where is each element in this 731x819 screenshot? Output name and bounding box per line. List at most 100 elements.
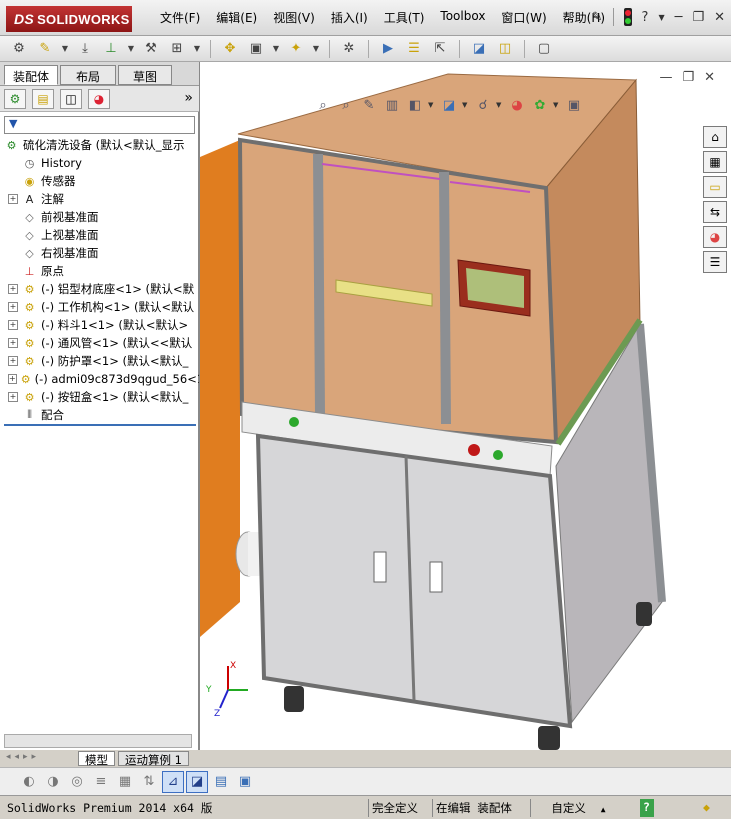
tab-layout[interactable]: 布局 (60, 65, 116, 85)
pin-icon[interactable]: ✎ (592, 10, 603, 25)
new-motion-study-icon[interactable]: ▶ (377, 39, 399, 59)
apply-scene-icon[interactable]: ✿ (530, 96, 550, 114)
machine-model[interactable] (200, 62, 731, 750)
smart-fasteners-icon[interactable]: ⚒ (140, 39, 162, 59)
property-manager-icon[interactable]: ▤ (32, 88, 54, 109)
section-view-icon[interactable]: ▥ (382, 96, 402, 114)
mate-icon[interactable]: ⊥ (100, 39, 122, 59)
shaded-display-icon[interactable]: ◪ (186, 770, 208, 793)
dropdown-caret-icon[interactable]: ▼ (271, 39, 281, 59)
tree-filter-input[interactable]: ▼ (4, 116, 195, 134)
tab-sketch[interactable]: 草图 (118, 65, 172, 85)
tree-item[interactable]: + ⚙ (-) 按钮盒<1> (默认<默认_ (0, 388, 199, 406)
viewport-restore-button[interactable]: ❐ (682, 70, 694, 85)
feature-tree-icon[interactable]: ⚙ (4, 88, 26, 109)
custom-properties-icon[interactable]: ☰ (703, 251, 727, 273)
dropdown-caret-icon[interactable]: ▼ (553, 101, 561, 109)
hide-show-items-icon[interactable]: ☌ (473, 96, 493, 114)
menu-edit[interactable]: 编辑(E) (208, 9, 265, 26)
display-style-icon[interactable]: ◪ (439, 96, 459, 114)
viewport-minimize-button[interactable]: — (659, 70, 672, 85)
close-button[interactable]: ✕ (714, 10, 725, 25)
filter-icon[interactable]: ▼ (9, 117, 17, 130)
tree-item[interactable]: ◇ 右视基准面 (0, 244, 199, 262)
shaded-icon[interactable]: ◑ (42, 771, 64, 793)
menu-toolbox[interactable]: Toolbox (432, 9, 493, 26)
section-icon[interactable]: ▤ (210, 771, 232, 793)
view-orientation-icon[interactable]: ◧ (405, 96, 425, 114)
perspective-icon[interactable]: ⊿ (162, 770, 184, 793)
zoom-to-area-icon[interactable]: ⌕ (336, 96, 356, 114)
expand-icon[interactable]: + (8, 284, 18, 294)
tree-item[interactable]: ◉ 传感器 (0, 172, 199, 190)
appearances-icon[interactable]: ◕ (703, 226, 727, 248)
tree-item[interactable]: ⊥ 原点 (0, 262, 199, 280)
dropdown-caret-icon[interactable]: ▼ (496, 101, 504, 109)
tree-item[interactable]: ⫴ 配合 (0, 406, 199, 424)
solidworks-logo[interactable]: DS SOLIDWORKS (6, 6, 132, 32)
menu-file[interactable]: 文件(F) (152, 9, 208, 26)
tree-item[interactable]: + ⚙ (-) 工作机构<1> (默认<默认 (0, 298, 199, 316)
expand-icon[interactable]: + (8, 338, 18, 348)
tree-item[interactable]: ⚙ 硫化清洗设备 (默认<默认_显示 (0, 136, 199, 154)
configuration-manager-icon[interactable]: ◫ (60, 88, 82, 109)
restore-button[interactable]: ❐ (692, 10, 704, 25)
design-library-icon[interactable]: ▦ (703, 151, 727, 173)
exploded-view-icon[interactable]: ⇱ (429, 39, 451, 59)
show-hidden-icon[interactable]: ▣ (245, 39, 267, 59)
menu-tools[interactable]: 工具(T) (376, 9, 433, 26)
tree-item[interactable]: + ⚙ (-) 料斗1<1> (默认<默认> (0, 316, 199, 334)
edit-appearance-icon[interactable]: ◕ (507, 96, 527, 114)
dropdown-caret-icon[interactable]: ▼ (60, 39, 70, 59)
tree-item[interactable]: + ⚙ (-) admi09c873d9qgud_56<1 (0, 370, 199, 388)
viewport-close-button[interactable]: ✕ (704, 70, 715, 85)
bill-of-materials-icon[interactable]: ☰ (403, 39, 425, 59)
panel-scrollbar[interactable] (4, 734, 192, 748)
tab-motion-study[interactable]: 运动算例 1 (118, 751, 189, 767)
move-component-icon[interactable]: ✥ (219, 39, 241, 59)
traffic-light-icon[interactable] (623, 8, 632, 26)
expand-icon[interactable]: + (8, 302, 18, 312)
menu-view[interactable]: 视图(V) (265, 9, 323, 26)
tree-item[interactable]: ◇ 上视基准面 (0, 226, 199, 244)
quick-tips-help-icon[interactable]: ? (640, 799, 654, 817)
help-caret-icon[interactable]: ▼ (658, 13, 664, 22)
interference-detection-icon[interactable]: ◪ (468, 39, 490, 59)
shaded-edges-icon[interactable]: ◐ (18, 771, 40, 793)
hole-alignment-icon[interactable]: ▢ (533, 39, 555, 59)
linear-pattern-icon[interactable]: ⊞ (166, 39, 188, 59)
dropdown-caret-icon[interactable]: ▼ (428, 101, 436, 109)
rebuild-tag-icon[interactable]: ◆ (700, 799, 713, 817)
tree-item[interactable]: + A 注解 (0, 190, 199, 208)
reference-geometry-icon[interactable]: ✲ (338, 39, 360, 59)
expand-panel-icon[interactable]: » (184, 90, 193, 106)
expand-icon[interactable]: + (8, 356, 18, 366)
dropdown-caret-icon[interactable]: ▼ (311, 39, 321, 59)
edit-component-icon[interactable]: ✎ (34, 39, 56, 59)
tab-assembly[interactable]: 装配体 (4, 65, 58, 85)
solidworks-resources-icon[interactable]: ⌂ (703, 126, 727, 148)
file-explorer-icon[interactable]: ▭ (703, 176, 727, 198)
dropdown-caret-icon[interactable]: ▼ (126, 39, 136, 59)
expand-icon[interactable]: + (8, 392, 18, 402)
zoom-to-fit-icon[interactable]: ⌕ (313, 96, 333, 114)
wireframe-icon[interactable]: ≡ (90, 771, 112, 793)
grid-icon[interactable]: ▦ (114, 771, 136, 793)
menu-window[interactable]: 窗口(W) (493, 9, 554, 26)
tree-item[interactable]: + ⚙ (-) 防护罩<1> (默认<默认_ (0, 352, 199, 370)
tree-item[interactable]: + ⚙ (-) 通风管<1> (默认<<默认 (0, 334, 199, 352)
tree-item[interactable]: + ⚙ (-) 铝型材底座<1> (默认<默 (0, 280, 199, 298)
previous-view-icon[interactable]: ✎ (359, 96, 379, 114)
save-view-icon[interactable]: ▣ (234, 771, 256, 793)
expand-icon[interactable]: + (8, 320, 18, 330)
insert-components-icon[interactable]: ⤓ (74, 39, 96, 59)
expand-icon[interactable]: + (8, 194, 18, 204)
graphics-area[interactable]: ⌕ ⌕ ✎ ▥ ◧ ▼ ◪ ▼ ☌ ▼ ◕ ✿ ▼ ▣ — ❐ ✕ ⌂ ▦ ▭ … (199, 62, 731, 750)
view-settings-icon[interactable]: ▣ (564, 96, 584, 114)
dropdown-caret-icon[interactable]: ▼ (462, 101, 470, 109)
units-selector[interactable]: 自定义 ▲ (530, 799, 626, 817)
tab-model[interactable]: 模型 (78, 751, 115, 767)
rollback-bar[interactable] (4, 424, 196, 426)
menu-insert[interactable]: 插入(I) (323, 9, 376, 26)
view-palette-icon[interactable]: ⇆ (703, 201, 727, 223)
